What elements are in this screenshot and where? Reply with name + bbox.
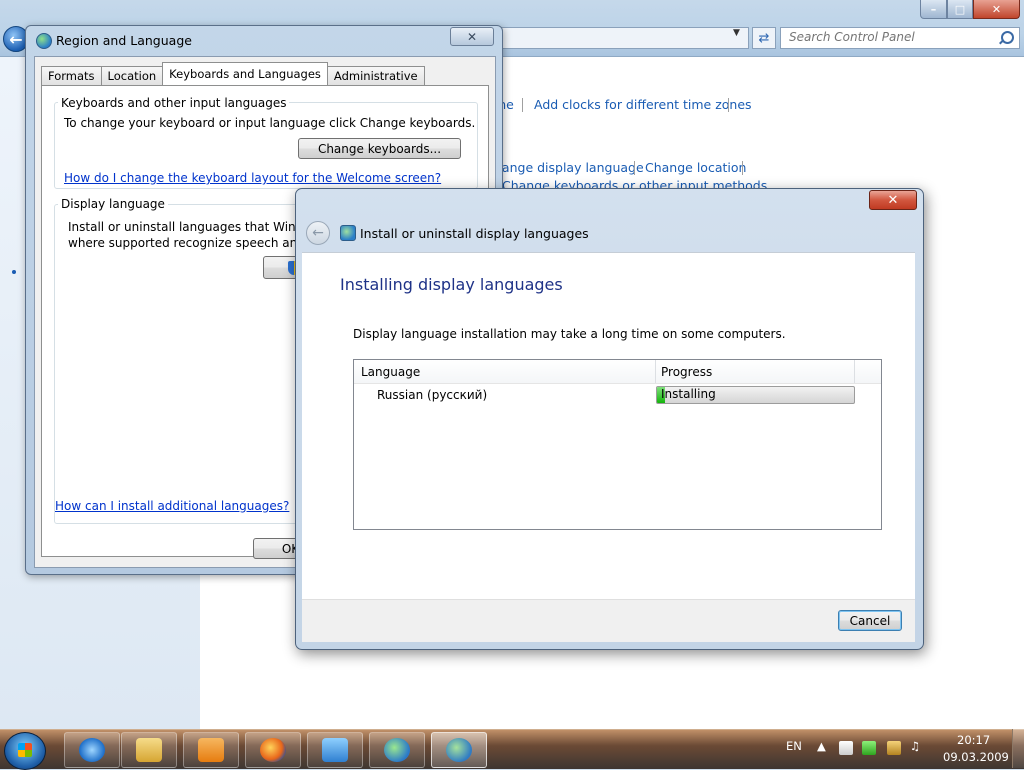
search-icon[interactable] bbox=[1001, 31, 1014, 44]
minimize-button[interactable]: – bbox=[920, 0, 947, 19]
tab-strip: Formats Location Keyboards and Languages… bbox=[41, 62, 425, 85]
battery-icon[interactable] bbox=[862, 741, 876, 755]
maximize-button[interactable]: □ bbox=[947, 0, 973, 19]
keyboards-description: To change your keyboard or input languag… bbox=[64, 116, 476, 130]
clock-time[interactable]: 20:17 bbox=[957, 733, 990, 747]
volume-icon[interactable]: ♫ bbox=[910, 739, 920, 753]
progress-status: Installing bbox=[661, 387, 716, 401]
taskbar-control-panel[interactable] bbox=[307, 732, 363, 768]
dialog-title: Region and Language bbox=[56, 33, 192, 48]
firefox-icon bbox=[260, 738, 286, 762]
action-center-icon[interactable] bbox=[839, 741, 853, 755]
search-input[interactable] bbox=[781, 28, 999, 46]
cancel-button[interactable]: Cancel bbox=[838, 610, 902, 631]
address-bar[interactable] bbox=[500, 27, 749, 49]
folder-icon bbox=[136, 738, 162, 762]
close-button[interactable]: ✕ bbox=[869, 190, 917, 210]
nav-bullet bbox=[12, 270, 16, 274]
tab-formats[interactable]: Formats bbox=[41, 66, 102, 85]
language-icon bbox=[340, 225, 356, 241]
clock-date[interactable]: 09.03.2009 bbox=[943, 750, 1009, 764]
taskbar-media-player[interactable] bbox=[183, 732, 239, 768]
region-language-icon bbox=[446, 738, 472, 762]
dialog-body: Installing display languages Display lan… bbox=[302, 252, 915, 600]
link-separator bbox=[728, 98, 729, 112]
link-add-clocks[interactable]: Add clocks for different time zones bbox=[534, 97, 752, 112]
link-separator bbox=[634, 161, 635, 175]
language-name: Russian (русский) bbox=[377, 388, 488, 402]
tab-administrative[interactable]: Administrative bbox=[326, 66, 425, 85]
progress-bar: Installing bbox=[656, 386, 855, 404]
taskbar-internet-explorer[interactable] bbox=[64, 732, 120, 768]
tab-location[interactable]: Location bbox=[100, 66, 164, 85]
change-keyboards-button[interactable]: Change keyboards... bbox=[298, 138, 461, 159]
link-separator bbox=[522, 98, 523, 112]
close-button[interactable]: ✕ bbox=[973, 0, 1020, 19]
dialog-title: Install or uninstall display languages bbox=[360, 226, 589, 241]
show-desktop-button[interactable] bbox=[1012, 729, 1024, 768]
search-box[interactable] bbox=[780, 27, 1020, 49]
start-button[interactable] bbox=[4, 732, 46, 770]
keyboard-layout-help-link[interactable]: How do I change the keyboard layout for … bbox=[64, 171, 441, 185]
display-language-group-label: Display language bbox=[58, 197, 168, 211]
media-player-icon bbox=[198, 738, 224, 762]
list-header: Language Progress bbox=[354, 360, 881, 384]
language-list[interactable]: Language Progress Russian (русский) Inst… bbox=[353, 359, 882, 530]
address-dropdown-icon[interactable]: ▼ bbox=[733, 28, 740, 38]
globe-icon bbox=[384, 738, 410, 762]
windows-logo-icon bbox=[18, 743, 32, 757]
show-hidden-icons-icon[interactable]: ▲ bbox=[817, 739, 826, 753]
install-additional-languages-link[interactable]: How can I install additional languages? bbox=[55, 499, 289, 513]
column-divider bbox=[854, 360, 855, 383]
link-separator bbox=[742, 161, 743, 175]
window-controls: – □ ✕ bbox=[920, 0, 1020, 19]
column-progress[interactable]: Progress bbox=[661, 365, 712, 379]
close-button[interactable]: ✕ bbox=[450, 27, 494, 46]
main-instruction: Installing display languages bbox=[340, 275, 563, 294]
column-divider bbox=[655, 360, 656, 383]
link-change-location[interactable]: Change location bbox=[645, 160, 746, 175]
internet-explorer-icon bbox=[79, 738, 105, 762]
taskbar-network[interactable] bbox=[369, 732, 425, 768]
link-change-display-language[interactable]: hange display language bbox=[494, 160, 644, 175]
taskbar-windows-explorer[interactable] bbox=[121, 732, 177, 768]
globe-icon bbox=[36, 33, 52, 49]
tab-keyboards-and-languages[interactable]: Keyboards and Languages bbox=[162, 62, 328, 85]
column-language[interactable]: Language bbox=[361, 365, 420, 379]
keyboards-group-label: Keyboards and other input languages bbox=[58, 96, 290, 110]
refresh-icon[interactable]: ⇄ bbox=[752, 27, 776, 49]
installation-note: Display language installation may take a… bbox=[353, 327, 786, 341]
install-languages-dialog: ✕ ← Install or uninstall display languag… bbox=[295, 188, 924, 650]
taskbar-firefox[interactable] bbox=[245, 732, 301, 768]
display-language-description-1: Install or uninstall languages that Wind… bbox=[68, 220, 327, 234]
control-panel-icon bbox=[322, 738, 348, 762]
network-icon[interactable] bbox=[887, 741, 901, 755]
back-icon[interactable]: ← bbox=[306, 221, 330, 245]
dialog-footer: Cancel bbox=[302, 599, 915, 642]
language-indicator[interactable]: EN bbox=[786, 739, 802, 753]
display-language-description-2: where supported recognize speech and har bbox=[68, 236, 329, 250]
taskbar-region-language[interactable] bbox=[431, 732, 487, 768]
